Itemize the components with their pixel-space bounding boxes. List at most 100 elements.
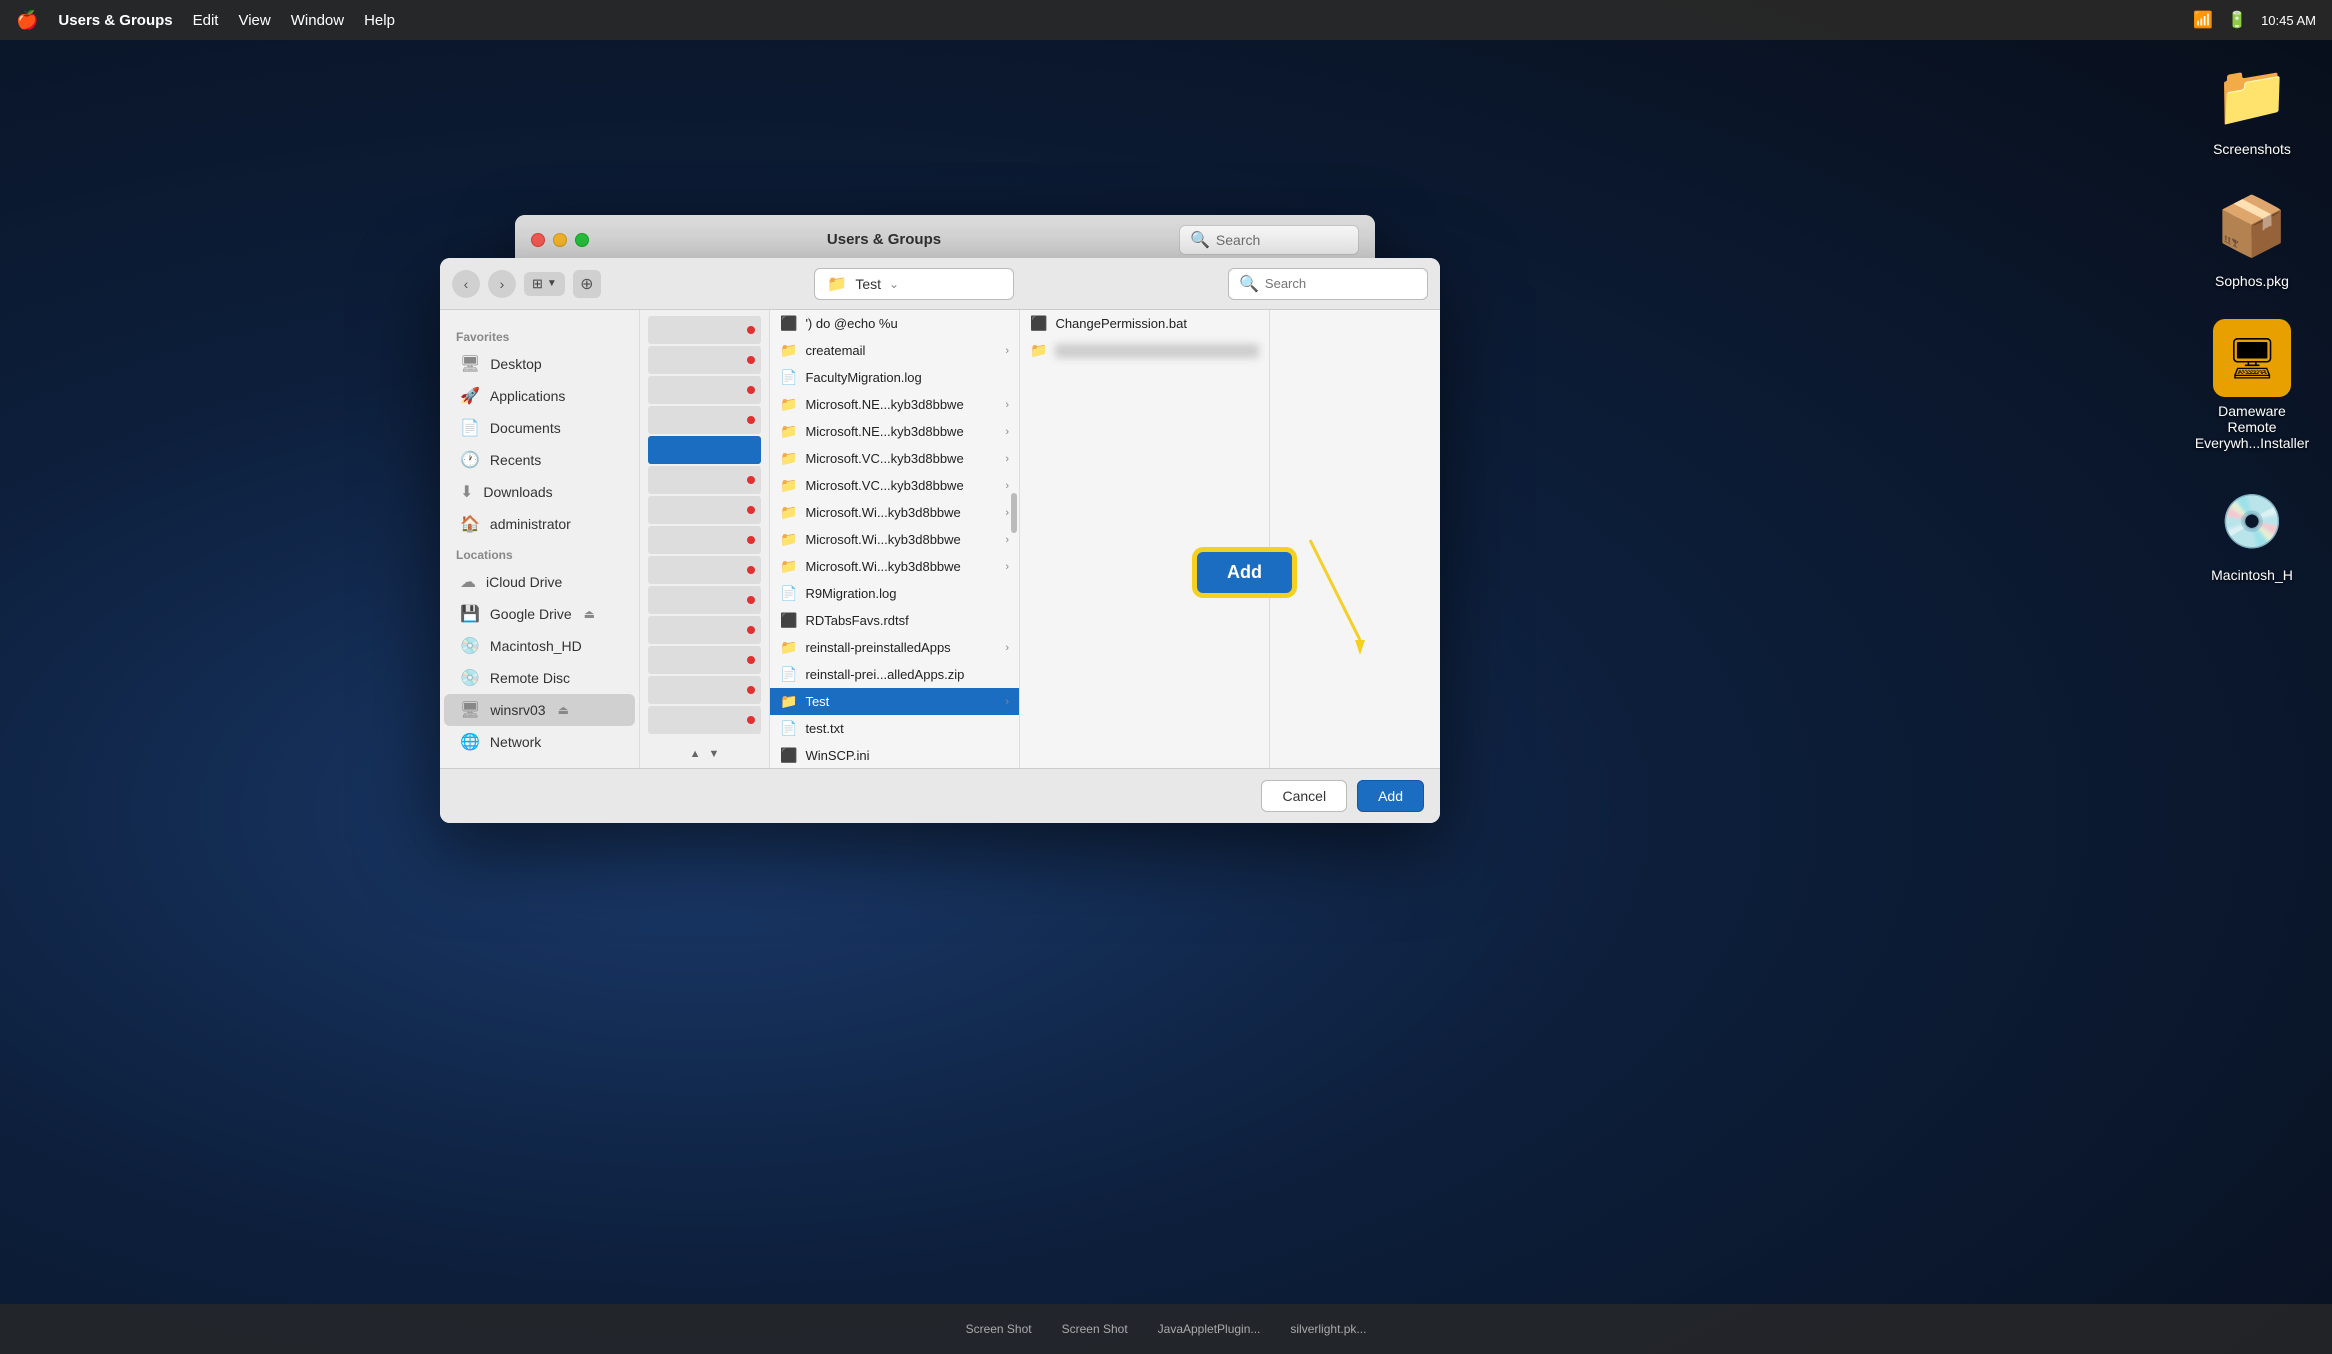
blurred-row-14[interactable] — [648, 706, 761, 734]
winsrv03-eject-icon[interactable]: ⏏ — [558, 703, 569, 717]
file-item-msne2[interactable]: 📁 Microsoft.NE...kyb3d8bbwe › — [770, 418, 1019, 445]
file-item-msvc2[interactable]: 📁 Microsoft.VC...kyb3d8bbwe › — [770, 472, 1019, 499]
scroll-up-icon[interactable]: ▲ — [690, 748, 701, 760]
sidebar-item-desktop[interactable]: 🖥 Desktop — [444, 348, 635, 380]
dialog-toolbar: ‹ › ⊞ ▼ ⊕ 📁 Test ⌄ 🔍 — [440, 258, 1440, 310]
file-mswi1-icon: 📁 — [780, 504, 797, 521]
back-button[interactable]: ‹ — [452, 270, 480, 298]
file-item-winscp[interactable]: ⬛ WinSCP.ini — [770, 742, 1019, 768]
menubar-view[interactable]: View — [238, 12, 270, 29]
file-item-mswi1[interactable]: 📁 Microsoft.Wi...kyb3d8bbwe › — [770, 499, 1019, 526]
msne2-arrow-icon: › — [1005, 426, 1009, 438]
sidebar-item-network[interactable]: 🌐 Network — [444, 726, 635, 758]
file-item-blurred-folder[interactable]: 📁 — [1020, 337, 1269, 364]
sidebar-item-administrator[interactable]: 🏠 administrator — [444, 508, 635, 540]
file-item-echo[interactable]: ⬛ ') do @echo %u — [770, 310, 1019, 337]
sidebar-item-macintosh-hd[interactable]: 💿 Macintosh_HD — [444, 630, 635, 662]
sidebar-item-recents[interactable]: 🕐 Recents — [444, 444, 635, 476]
blurred-row-11[interactable] — [648, 616, 761, 644]
file-item-reinstall[interactable]: 📁 reinstall-preinstalledApps › — [770, 634, 1019, 661]
file-item-testtxt[interactable]: 📄 test.txt — [770, 715, 1019, 742]
file-item-msvc1[interactable]: 📁 Microsoft.VC...kyb3d8bbwe › — [770, 445, 1019, 472]
sidebar-item-macintosh-hd-label: Macintosh_HD — [490, 638, 582, 654]
sidebar-item-googledrive-label: Google Drive — [490, 606, 572, 622]
sidebar-item-remote-disc-label: Remote Disc — [490, 670, 570, 686]
sidebar: Favorites 🖥 Desktop 🚀 Applications 📄 Doc… — [440, 310, 640, 768]
apple-menu[interactable]: 🍎 — [16, 10, 38, 31]
sysprefs-close-button[interactable] — [531, 233, 545, 247]
sidebar-item-applications[interactable]: 🚀 Applications — [444, 380, 635, 412]
blurred-row-12[interactable] — [648, 646, 761, 674]
sidebar-item-downloads[interactable]: ⬇ Downloads — [444, 476, 635, 508]
documents-icon: 📄 — [460, 418, 480, 438]
sysprefs-search[interactable]: 🔍 — [1179, 225, 1359, 255]
new-folder-button[interactable]: ⊕ — [573, 270, 601, 298]
file-blurred-folder-icon: 📁 — [1030, 342, 1047, 359]
dialog-search-input[interactable] — [1265, 276, 1417, 291]
sidebar-item-googledrive[interactable]: 💾 Google Drive ⏏ — [444, 598, 635, 630]
blurred-row-9[interactable] — [648, 556, 761, 584]
taskbar-item-3[interactable]: JavaAppletPlugin... — [1158, 1322, 1261, 1336]
msvc2-arrow-icon: › — [1005, 480, 1009, 492]
blurred-row-5-selected[interactable] — [648, 436, 761, 464]
blurred-row-6[interactable] — [648, 466, 761, 494]
desktop-icon-sophos[interactable]: 📦 Sophos.pkg — [2192, 187, 2312, 289]
cancel-button[interactable]: Cancel — [1261, 780, 1347, 812]
desktop-icon-screenshots[interactable]: 📁 Screenshots — [2192, 55, 2312, 157]
sidebar-item-remote-disc[interactable]: 💿 Remote Disc — [444, 662, 635, 694]
file-item-createmail[interactable]: 📁 createmail › — [770, 337, 1019, 364]
location-selector[interactable]: 📁 Test ⌄ — [814, 268, 1014, 300]
desktop-icon: 🖥 — [460, 354, 480, 374]
menubar-app-name[interactable]: Users & Groups — [58, 12, 172, 29]
blurred-row-7[interactable] — [648, 496, 761, 524]
sidebar-item-winsrv03-label: winsrv03 — [490, 702, 545, 718]
file-changeperm-name: ChangePermission.bat — [1055, 316, 1259, 331]
file-item-changeperm[interactable]: ⬛ ChangePermission.bat — [1020, 310, 1269, 337]
blurred-row-2[interactable] — [648, 346, 761, 374]
macintosh-hd-icon: 💿 — [460, 636, 480, 656]
file-item-test[interactable]: 📁 Test › — [770, 688, 1019, 715]
sysprefs-search-input[interactable] — [1216, 232, 1336, 248]
sysprefs-maximize-button[interactable] — [575, 233, 589, 247]
file-item-facultymigration[interactable]: 📄 FacultyMigration.log — [770, 364, 1019, 391]
wifi-icon: 📶 — [2193, 10, 2213, 30]
taskbar-item-2[interactable]: Screen Shot — [1062, 1322, 1128, 1336]
desktop-icon-macintosh[interactable]: 💿 Macintosh_H — [2192, 481, 2312, 583]
blurred-row-4[interactable] — [648, 406, 761, 434]
sidebar-item-network-label: Network — [490, 734, 541, 750]
file-item-msne1[interactable]: 📁 Microsoft.NE...kyb3d8bbwe › — [770, 391, 1019, 418]
add-button-highlighted[interactable]: Add — [1195, 550, 1294, 595]
taskbar-item-4[interactable]: silverlight.pk... — [1290, 1322, 1366, 1336]
taskbar-item-1[interactable]: Screen Shot — [966, 1322, 1032, 1336]
file-test-name: Test — [805, 694, 997, 709]
menubar-help[interactable]: Help — [364, 12, 395, 29]
desktop-icon-dameware[interactable]: 🖥 Dameware Remote Everywh...Installer — [2192, 319, 2312, 451]
forward-button[interactable]: › — [488, 270, 516, 298]
view-grid-icon: ⊞ — [532, 276, 543, 292]
file-item-mswi2[interactable]: 📁 Microsoft.Wi...kyb3d8bbwe › — [770, 526, 1019, 553]
blurred-row-3[interactable] — [648, 376, 761, 404]
googledrive-eject-icon[interactable]: ⏏ — [584, 607, 595, 621]
sysprefs-minimize-button[interactable] — [553, 233, 567, 247]
blurred-row-13[interactable] — [648, 676, 761, 704]
file-item-rdtabs[interactable]: ⬛ RDTabsFavs.rdtsf — [770, 607, 1019, 634]
sidebar-item-icloud[interactable]: ☁ iCloud Drive — [444, 566, 635, 598]
file-reinstall-icon: 📁 — [780, 639, 797, 656]
blurred-row-10[interactable] — [648, 586, 761, 614]
blurred-row-1[interactable] — [648, 316, 761, 344]
mswi1-arrow-icon: › — [1005, 507, 1009, 519]
blurred-row-8[interactable] — [648, 526, 761, 554]
file-item-mswi3[interactable]: 📁 Microsoft.Wi...kyb3d8bbwe › — [770, 553, 1019, 580]
menubar-edit[interactable]: Edit — [193, 12, 219, 29]
dialog-search[interactable]: 🔍 — [1228, 268, 1428, 300]
sidebar-item-winsrv03[interactable]: 🖥 winsrv03 ⏏ — [444, 694, 635, 726]
file-item-r9migration[interactable]: 📄 R9Migration.log — [770, 580, 1019, 607]
file-reinstall-zip-icon: 📄 — [780, 666, 797, 683]
add-button-bottom[interactable]: Add — [1357, 780, 1424, 812]
file-item-reinstall-zip[interactable]: 📄 reinstall-prei...alledApps.zip — [770, 661, 1019, 688]
sidebar-item-documents[interactable]: 📄 Documents — [444, 412, 635, 444]
menubar-window[interactable]: Window — [291, 12, 344, 29]
scroll-down-icon[interactable]: ▼ — [709, 748, 720, 760]
view-button[interactable]: ⊞ ▼ — [524, 272, 565, 296]
msne1-arrow-icon: › — [1005, 399, 1009, 411]
